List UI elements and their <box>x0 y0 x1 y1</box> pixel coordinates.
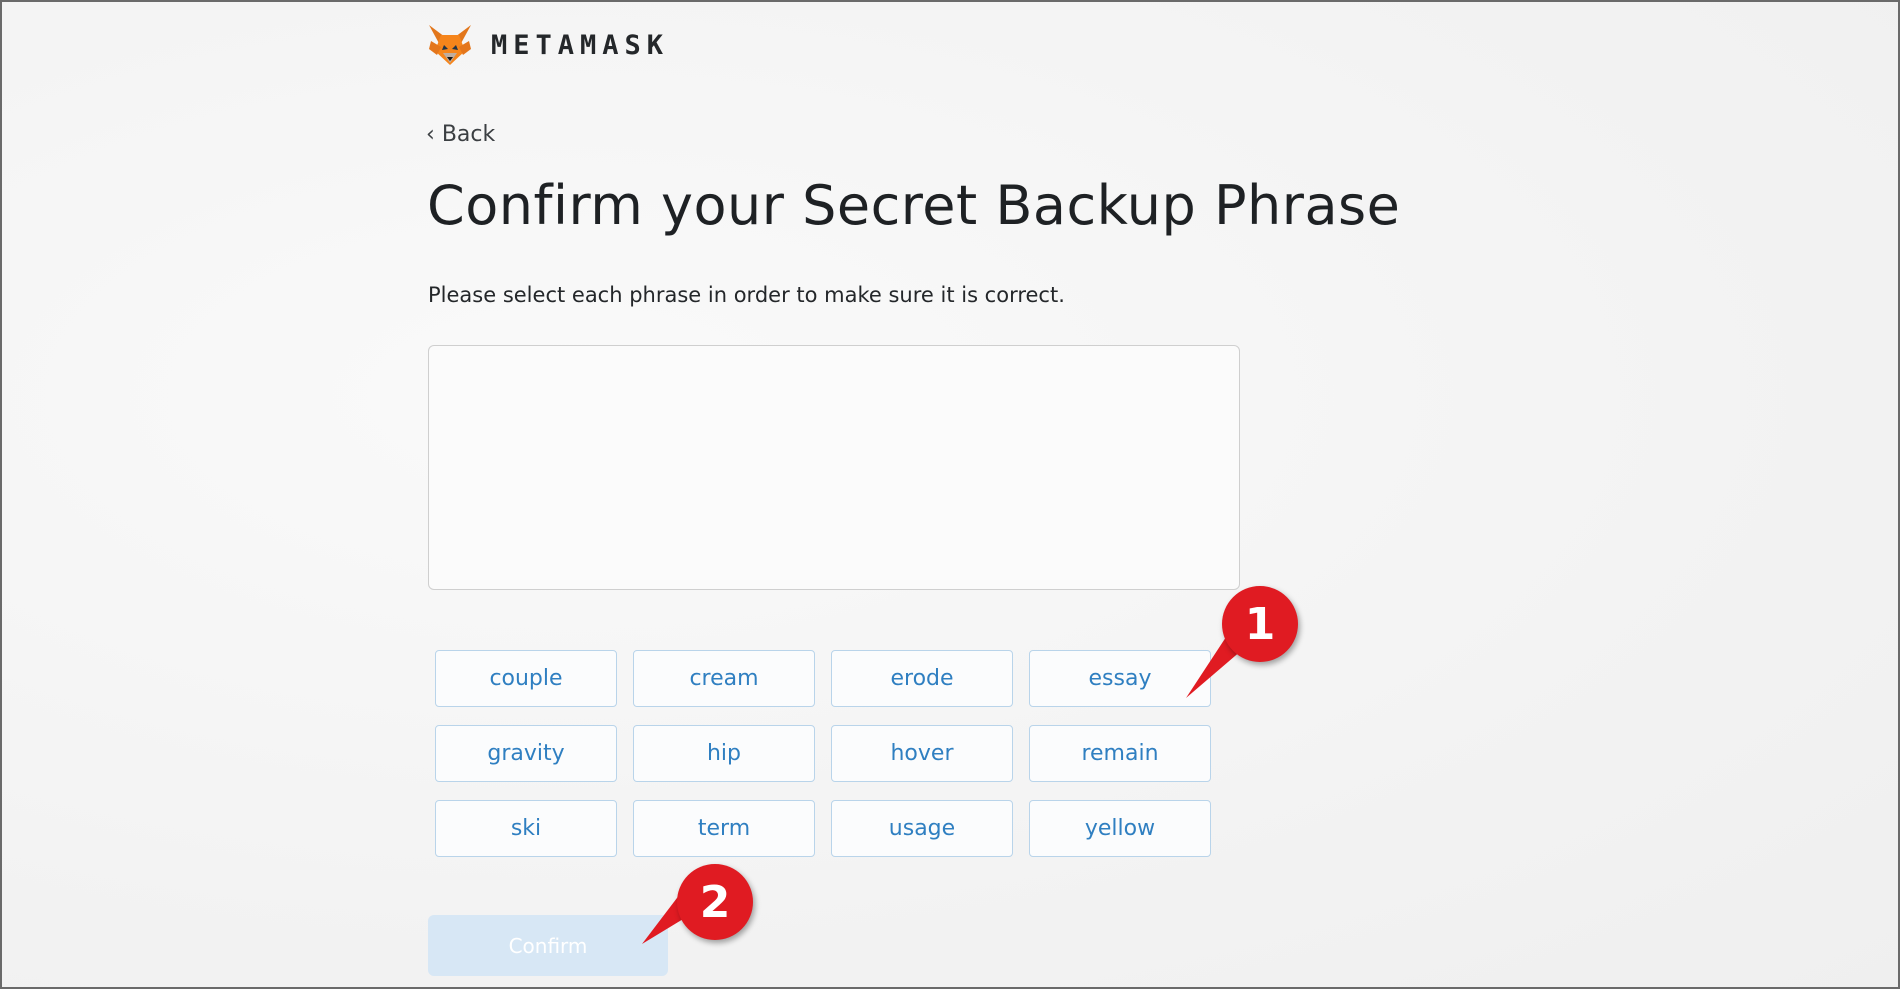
back-link[interactable]: ‹ Back <box>426 122 495 147</box>
metamask-fox-icon <box>429 25 471 65</box>
word-chip[interactable]: cream <box>633 650 815 707</box>
selected-phrase-area[interactable] <box>428 345 1240 590</box>
callout-badge-1: 1 <box>1222 586 1298 662</box>
brand-logo: METAMASK <box>427 23 669 67</box>
word-chip[interactable]: hip <box>633 725 815 782</box>
app-frame: METAMASK ‹ Back Confirm your Secret Back… <box>0 0 1900 989</box>
word-chip[interactable]: hover <box>831 725 1013 782</box>
back-label: Back <box>441 122 496 147</box>
page-title: Confirm your Secret Backup Phrase <box>427 174 1401 237</box>
callout-badge-2: 2 <box>677 864 753 940</box>
brand-name: METAMASK <box>491 29 670 61</box>
word-chip[interactable]: couple <box>435 650 617 707</box>
word-options-grid: couple cream erode essay gravity hip hover rema… <box>435 650 1211 857</box>
word-chip[interactable]: yellow <box>1029 800 1211 857</box>
word-chip[interactable]: usage <box>831 800 1013 857</box>
word-chip[interactable]: remain <box>1029 725 1211 782</box>
word-chip[interactable]: ski <box>435 800 617 857</box>
word-chip[interactable]: term <box>633 800 815 857</box>
instructions-text: Please select each phrase in order to ma… <box>428 283 1065 307</box>
confirm-button[interactable]: Confirm <box>428 915 668 976</box>
word-chip[interactable]: erode <box>831 650 1013 707</box>
word-chip[interactable]: gravity <box>435 725 617 782</box>
chevron-left-icon: ‹ <box>426 122 435 147</box>
